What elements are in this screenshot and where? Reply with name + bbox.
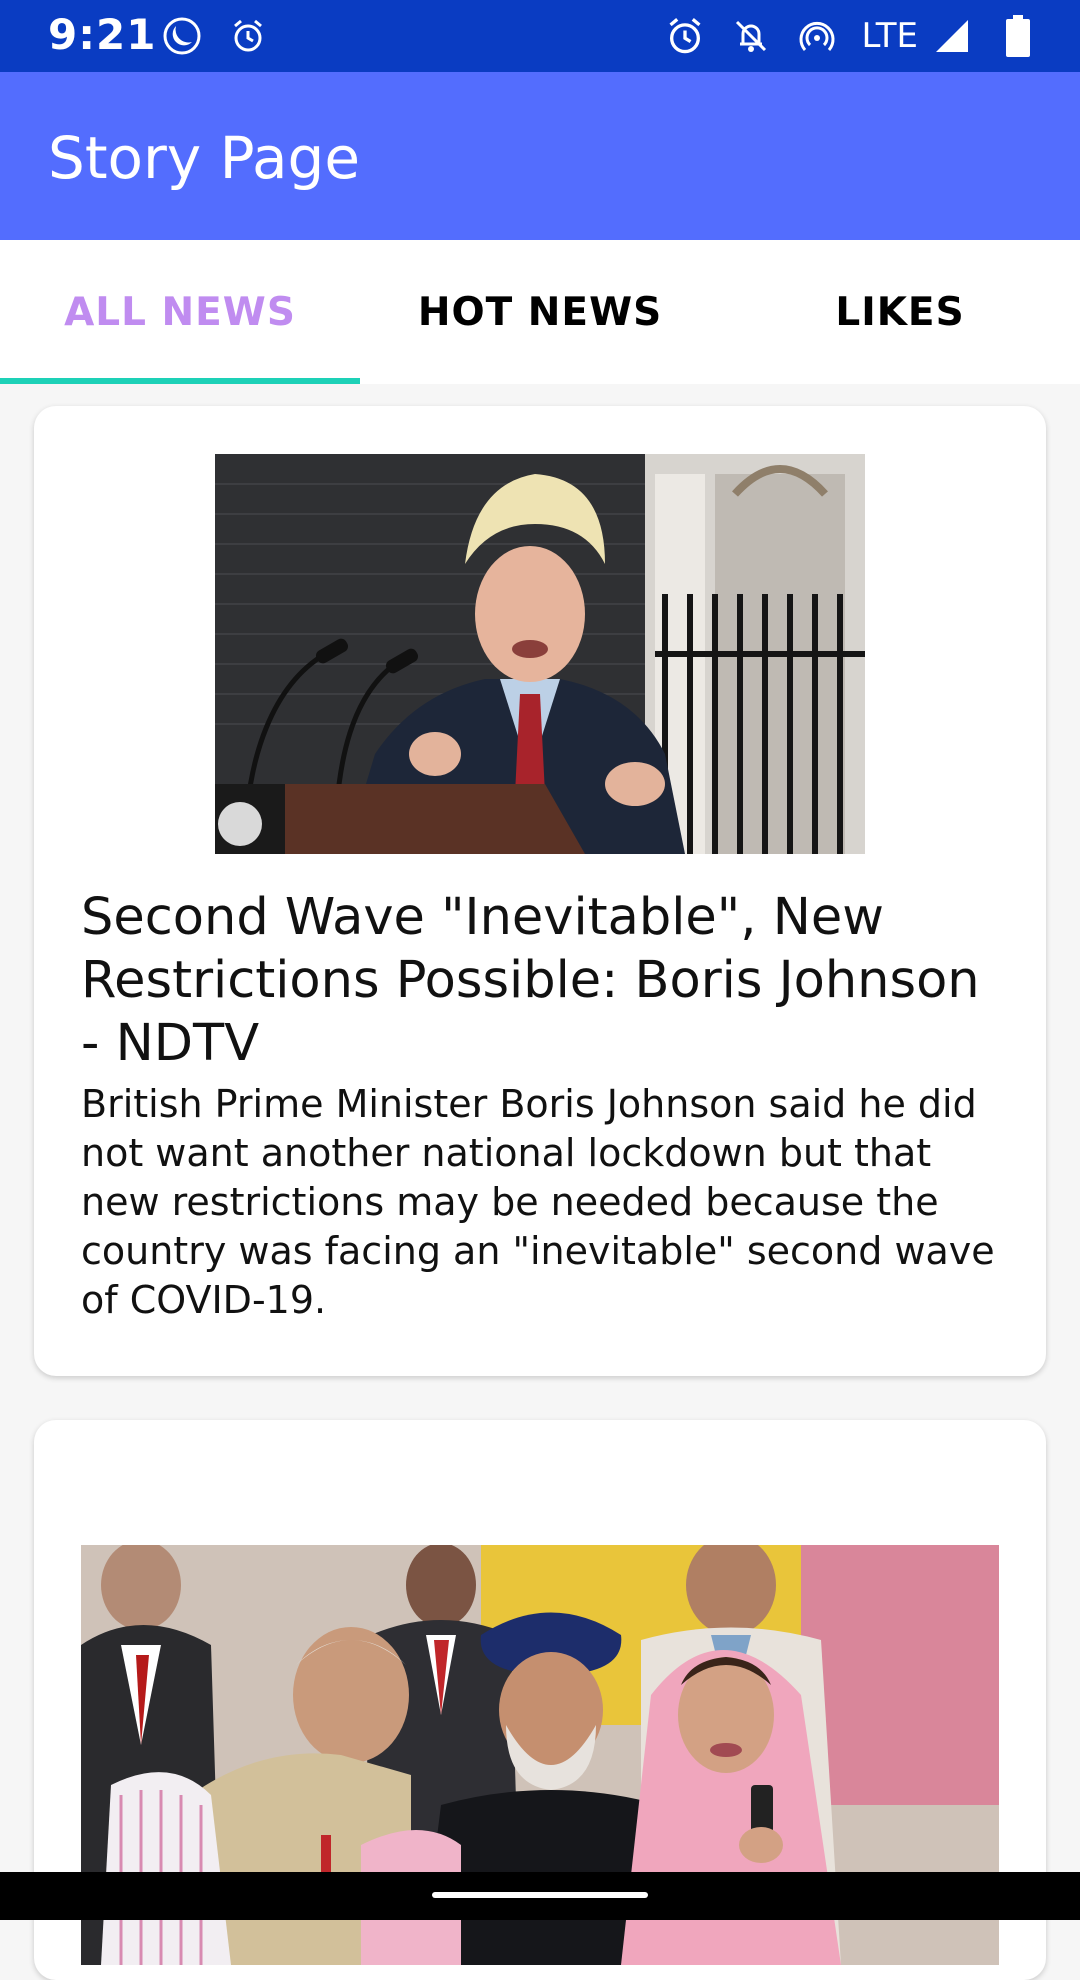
tab-label: LIKES: [835, 289, 965, 335]
tab-likes[interactable]: LIKES: [720, 240, 1080, 384]
battery-icon: [996, 14, 1040, 58]
news-summary: British Prime Minister Boris Johnson sai…: [81, 1082, 995, 1322]
network-type-label: LTE: [861, 16, 918, 56]
home-gesture-handle[interactable]: [432, 1892, 648, 1898]
alarm-icon: [226, 14, 270, 58]
tab-hot-news[interactable]: HOT NEWS: [360, 240, 720, 384]
signal-icon: [930, 14, 974, 58]
hotspot-icon: [795, 14, 839, 58]
tab-indicator: [0, 378, 360, 384]
system-nav-bar: [0, 1872, 1080, 1920]
notifications-off-icon: [729, 14, 773, 58]
app-bar: Story Page: [0, 72, 1080, 240]
tab-all-news[interactable]: ALL NEWS: [0, 240, 360, 384]
news-headline: Second Wave "Inevitable", New Restrictio…: [81, 888, 980, 1073]
news-card[interactable]: Second Wave "Inevitable", New Restrictio…: [34, 406, 1046, 1376]
app-title: Story Page: [48, 124, 361, 192]
tab-label: HOT NEWS: [417, 289, 663, 335]
alarm-icon: [663, 14, 707, 58]
status-time: 9:21: [48, 10, 157, 59]
tab-bar: ALL NEWS HOT NEWS LIKES: [0, 240, 1080, 384]
tab-label: ALL NEWS: [64, 289, 296, 335]
do-not-disturb-icon: [160, 14, 204, 58]
status-bar: 9:21 LTE: [0, 0, 1080, 72]
news-image: [215, 454, 865, 854]
